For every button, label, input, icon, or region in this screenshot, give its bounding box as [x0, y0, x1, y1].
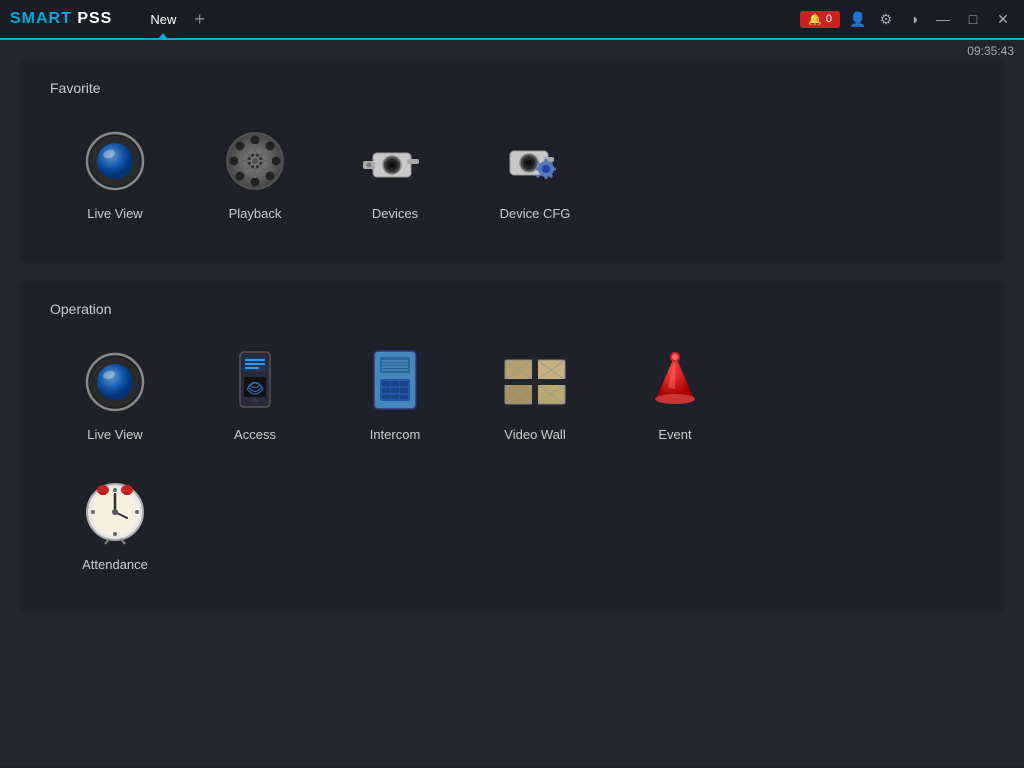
- favorite-devices[interactable]: Devices: [330, 116, 460, 231]
- operation-attendance[interactable]: Attendance: [50, 467, 180, 582]
- app-name-pss: PSS: [72, 10, 112, 27]
- event-label: Event: [658, 427, 691, 442]
- maximize-button[interactable]: □: [962, 8, 984, 30]
- access-icon: [220, 347, 290, 417]
- video-wall-icon: [500, 347, 570, 417]
- operation-title: Operation: [50, 301, 974, 317]
- access-label: Access: [234, 427, 276, 442]
- operation-live-view[interactable]: Live View: [50, 337, 180, 452]
- tab-new[interactable]: New: [142, 8, 184, 31]
- favorite-section: Favorite: [20, 60, 1004, 261]
- attendance-label: Attendance: [82, 557, 148, 572]
- playback-label: Playback: [229, 206, 282, 221]
- live-view-icon: [80, 126, 150, 196]
- favorite-playback[interactable]: Playback: [190, 116, 320, 231]
- favorite-live-view[interactable]: Live View: [50, 116, 180, 231]
- favorite-grid: Live View: [50, 116, 974, 231]
- attendance-icon: [80, 477, 150, 547]
- app-name: SMART PSS: [10, 10, 112, 28]
- alert-count: 0: [826, 13, 832, 25]
- live-view-fav-label: Live View: [87, 206, 142, 221]
- bell-icon: 🔔: [808, 13, 822, 26]
- alert-badge[interactable]: 🔔 0: [800, 11, 840, 28]
- user-icon[interactable]: 👤: [848, 11, 868, 28]
- operation-section: Operation: [20, 281, 1004, 612]
- intercom-label: Intercom: [370, 427, 421, 442]
- operation-grid-row2: Attendance: [50, 467, 974, 582]
- clock-display: 09:35:43: [967, 44, 1014, 58]
- titlebar: SMART PSS New + 🔔 0 👤 ⚙ ◑ — □ ✕: [0, 0, 1024, 40]
- operation-intercom[interactable]: Intercom: [330, 337, 460, 452]
- info-icon[interactable]: ◑: [904, 11, 924, 27]
- op-live-view-label: Live View: [87, 427, 142, 442]
- device-cfg-icon: [500, 126, 570, 196]
- titlebar-controls: 🔔 0 👤 ⚙ ◑ — □ ✕: [800, 8, 1014, 30]
- settings-icon[interactable]: ⚙: [876, 11, 896, 28]
- devices-label: Devices: [372, 206, 418, 221]
- minimize-button[interactable]: —: [932, 8, 954, 30]
- playback-icon: [220, 126, 290, 196]
- operation-grid: Live View: [50, 337, 974, 452]
- devices-icon: [360, 126, 430, 196]
- event-icon: [640, 347, 710, 417]
- video-wall-label: Video Wall: [504, 427, 565, 442]
- operation-video-wall[interactable]: Video Wall: [470, 337, 600, 452]
- operation-event[interactable]: Event: [610, 337, 740, 452]
- favorite-device-cfg[interactable]: Device CFG: [470, 116, 600, 231]
- operation-access[interactable]: Access: [190, 337, 320, 452]
- close-button[interactable]: ✕: [992, 8, 1014, 30]
- intercom-icon: [360, 347, 430, 417]
- app-name-smart: SMART: [10, 10, 72, 27]
- favorite-title: Favorite: [50, 80, 974, 96]
- device-cfg-label: Device CFG: [500, 206, 571, 221]
- add-tab-button[interactable]: +: [194, 10, 205, 28]
- main-content: Favorite: [0, 40, 1024, 766]
- op-live-view-icon: [80, 347, 150, 417]
